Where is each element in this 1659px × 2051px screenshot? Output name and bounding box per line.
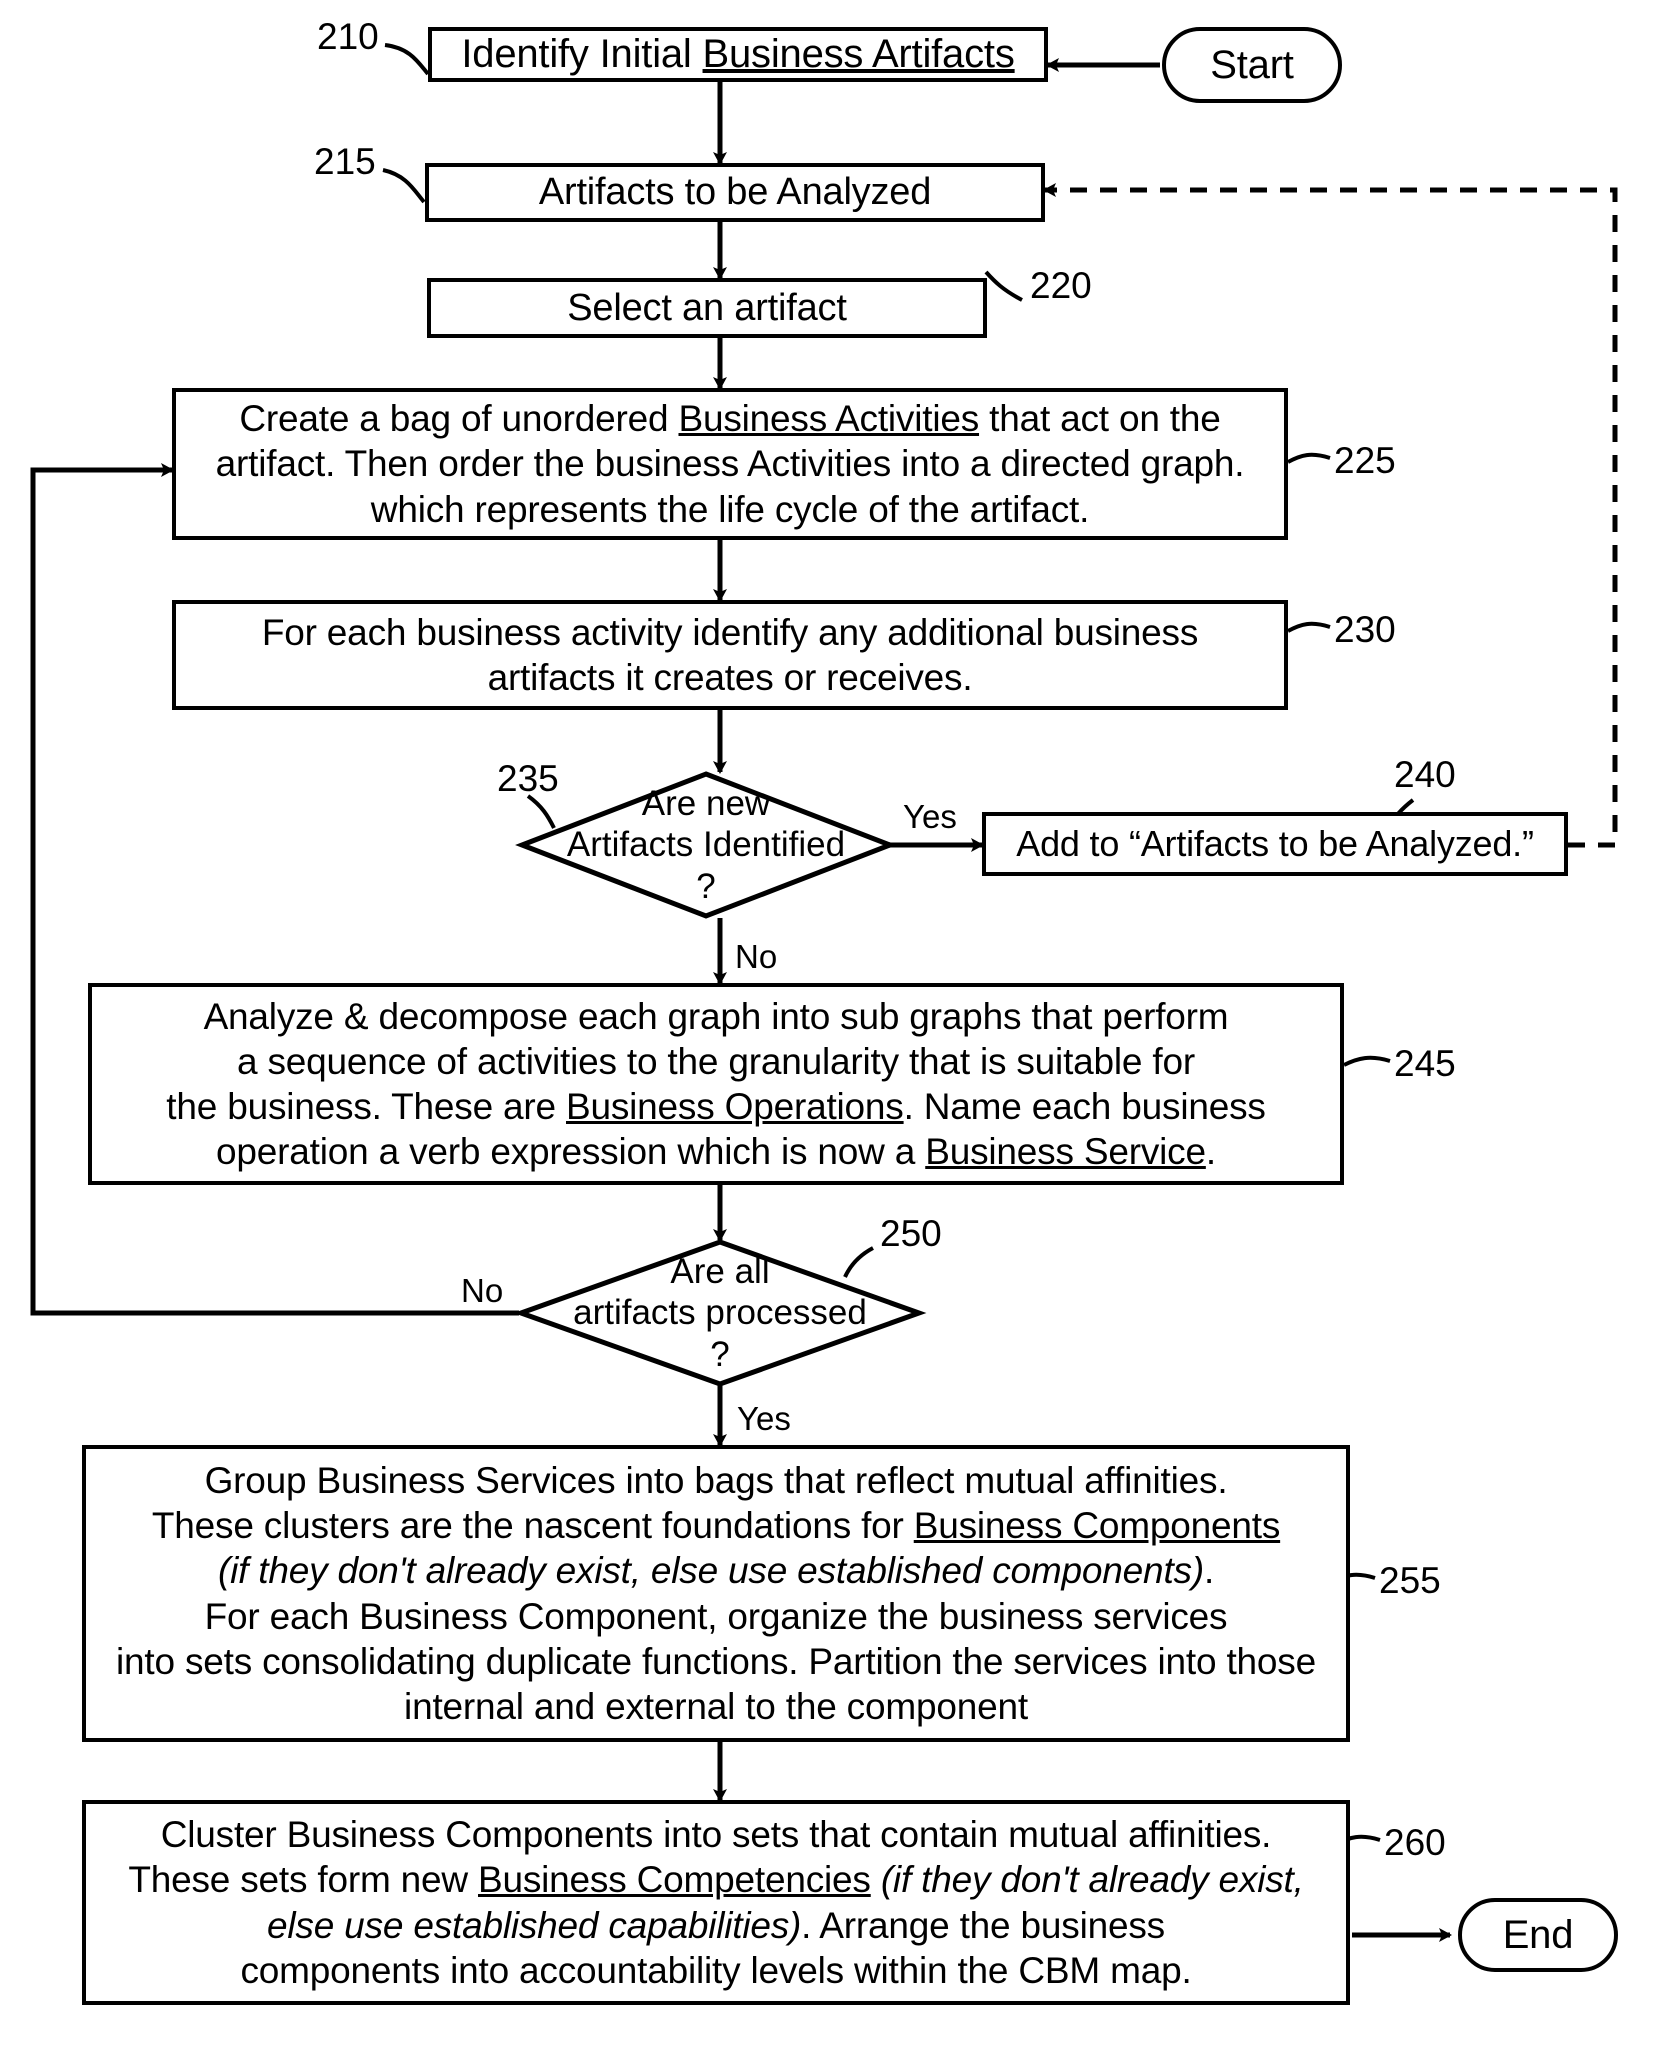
ref-number-225: 225: [1334, 440, 1396, 481]
edge-label-yes-235: Yes: [903, 798, 957, 835]
box-225-line-3: which represents the life cycle of the a…: [370, 488, 1090, 530]
box-245-line-3: the business. These are Business Operati…: [166, 1084, 1266, 1129]
box-255-line-2: These clusters are the nascent foundatio…: [116, 1503, 1316, 1548]
box-245-l3b: . Name each business: [903, 1086, 1266, 1127]
process-box-230: For each business activity identify any …: [172, 600, 1288, 710]
box-225-l1a: Create a bag of unordered: [239, 398, 679, 440]
box-230-line-1: For each business activity identify any …: [261, 611, 1199, 653]
process-box-245: Analyze & decompose each graph into sub …: [88, 983, 1344, 1185]
box-260-line-4: components into accountability levels wi…: [240, 1949, 1192, 1991]
diamond-250-line-3: ?: [710, 1334, 730, 1374]
process-box-255: Group Business Services into bags that r…: [82, 1445, 1350, 1742]
box-260-l3-italic: else use established capabilities): [267, 1904, 802, 1946]
ref-number-235: 235: [497, 758, 559, 799]
box-260-line-3: else use established capabilities). Arra…: [128, 1903, 1303, 1948]
box-260-l3b: . Arrange the business: [801, 1904, 1165, 1946]
ref-number-260: 260: [1384, 1822, 1446, 1863]
box-245-l3a: the business. These are: [166, 1086, 566, 1127]
process-box-215: Artifacts to be Analyzed: [425, 163, 1045, 222]
diamond-235-line-3: ?: [696, 866, 716, 906]
box-260-text: Cluster Business Components into sets th…: [128, 1812, 1304, 1993]
box-255-line-6: internal and external to the component: [404, 1685, 1028, 1727]
box-245-line-1: Analyze & decompose each graph into sub …: [203, 995, 1229, 1037]
box-245-l4b: .: [1205, 1131, 1216, 1173]
ref-number-230: 230: [1334, 609, 1396, 650]
ref-number-220: 220: [1030, 265, 1092, 306]
box-255-l3b: .: [1203, 1550, 1215, 1592]
ref-number-215: 215: [314, 141, 376, 182]
end-label: End: [1502, 1912, 1574, 1957]
diamond-250-line-1: Are all: [670, 1252, 770, 1292]
box-210-text: Identify Initial Business Artifacts: [461, 30, 1014, 79]
box-230-line-2: artifacts it creates or receives.: [487, 657, 973, 698]
process-box-220: Select an artifact: [427, 278, 987, 338]
start-terminator: Start: [1162, 27, 1342, 103]
box-225-text: Create a bag of unordered Business Activ…: [216, 396, 1245, 531]
box-255-l2a: These clusters are the nascent foundatio…: [151, 1505, 914, 1547]
diamond-250-line-2: artifacts processed: [573, 1293, 867, 1333]
diamond-235-line-2: Artifacts Identified: [566, 825, 846, 865]
box-255-line-3: (if they don't already exist, else use e…: [116, 1548, 1316, 1593]
box-220-text: Select an artifact: [567, 286, 847, 329]
box-260-l2a: These sets form new: [128, 1859, 478, 1901]
box-245-l4-underlined: Business Service: [925, 1131, 1206, 1173]
edge-label-no-235: No: [735, 938, 778, 975]
box-215-text: Artifacts to be Analyzed: [538, 171, 932, 214]
box-245-text: Analyze & decompose each graph into sub …: [166, 994, 1266, 1175]
box-225-l1b: that act on the: [979, 398, 1221, 440]
ref-number-240: 240: [1394, 754, 1456, 795]
box-245-line-4: operation a verb expression which is now…: [166, 1129, 1265, 1174]
box-225-l1-underlined: Business Activities: [678, 398, 980, 440]
box-255-line-4: For each Business Component, organize th…: [204, 1595, 1228, 1637]
box-230-text: For each business activity identify any …: [261, 610, 1199, 700]
box-260-line-2: These sets form new Business Competencie…: [128, 1857, 1304, 1902]
box-245-line-2: a sequence of activities to the granular…: [237, 1040, 1195, 1082]
box-240-text: Add to “Artifacts to be Analyzed.”: [1016, 823, 1534, 865]
box-210-line-1: Identify Initial Business Artifacts: [461, 30, 1014, 79]
process-box-240: Add to “Artifacts to be Analyzed.”: [982, 812, 1568, 876]
box-260-l2-italic: (if they don't already exist,: [870, 1859, 1304, 1901]
edge-label-no-250: No: [461, 1272, 504, 1309]
end-terminator: End: [1458, 1898, 1618, 1972]
figure-canvas: Start End Identify Initial Business Arti…: [0, 0, 1659, 2051]
box-255-l3-italic: (if they don't already exist, else use e…: [217, 1550, 1204, 1592]
process-box-260: Cluster Business Components into sets th…: [82, 1800, 1350, 2005]
box-225-line-2: artifact. Then order the business Activi…: [215, 443, 1245, 485]
box-255-l2-underlined: Business Components: [913, 1505, 1281, 1547]
diamond-235-label: Are new Artifacts Identified ?: [520, 772, 892, 918]
box-210-prefix: Identify Initial: [461, 32, 703, 77]
box-245-l3-underlined: Business Operations: [566, 1086, 904, 1127]
box-255-line-1: Group Business Services into bags that r…: [204, 1460, 1228, 1502]
decision-diamond-250: Are all artifacts processed ?: [513, 1239, 927, 1387]
ref-number-210: 210: [317, 16, 379, 57]
ref-number-245: 245: [1394, 1043, 1456, 1084]
ref-number-255: 255: [1379, 1560, 1441, 1601]
box-255-line-5: into sets consolidating duplicate functi…: [116, 1640, 1316, 1682]
start-label: Start: [1210, 42, 1294, 87]
diamond-235-line-1: Are new: [641, 784, 771, 824]
diamond-250-label: Are all artifacts processed ?: [519, 1240, 921, 1386]
box-225-line-1: Create a bag of unordered Business Activ…: [216, 396, 1245, 441]
process-box-225: Create a bag of unordered Business Activ…: [172, 388, 1288, 540]
process-box-210: Identify Initial Business Artifacts: [428, 27, 1048, 82]
box-255-text: Group Business Services into bags that r…: [116, 1458, 1316, 1729]
box-260-l2-underlined: Business Competencies: [478, 1859, 871, 1901]
edge-label-yes-250: Yes: [737, 1400, 791, 1437]
ref-number-250: 250: [880, 1213, 942, 1254]
box-210-underlined: Business Artifacts: [702, 32, 1015, 77]
decision-diamond-235: Are new Artifacts Identified ?: [515, 771, 897, 919]
box-245-l4a: operation a verb expression which is now…: [216, 1131, 926, 1173]
box-260-line-1: Cluster Business Components into sets th…: [160, 1814, 1272, 1856]
